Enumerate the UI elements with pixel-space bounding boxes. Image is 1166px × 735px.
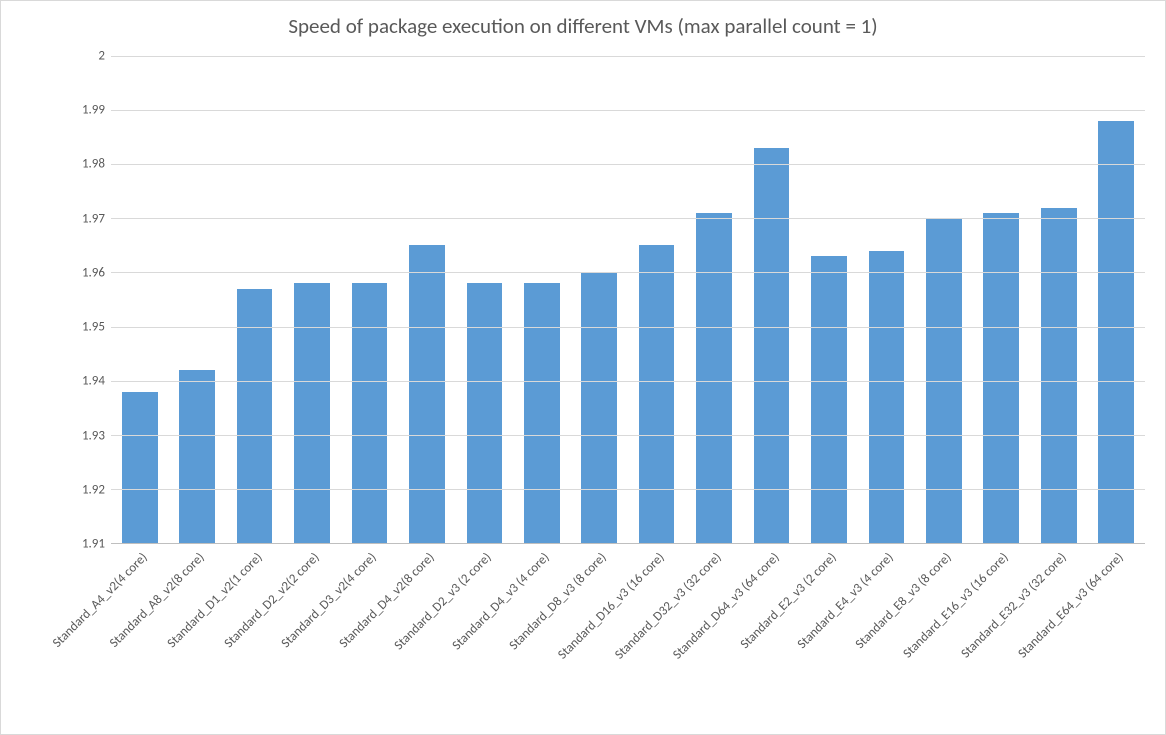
gridline — [111, 56, 1145, 57]
bar — [983, 213, 1019, 543]
bar-slot — [513, 56, 570, 543]
bar-slot — [628, 56, 685, 543]
plot-area — [111, 56, 1145, 544]
bar-slot — [341, 56, 398, 543]
bar-slot — [973, 56, 1030, 543]
bar-slot — [226, 56, 283, 543]
gridline — [111, 218, 1145, 219]
bar — [467, 283, 503, 543]
bar — [696, 213, 732, 543]
bar — [122, 392, 158, 544]
gridline — [111, 489, 1145, 490]
bar-slot — [1087, 56, 1144, 543]
x-slot: Standard_E64_v3 (64 core) — [1087, 544, 1144, 734]
bar — [409, 245, 445, 543]
bar-slot — [283, 56, 340, 543]
bar-slot — [800, 56, 857, 543]
gridline — [111, 327, 1145, 328]
bar-slot — [168, 56, 225, 543]
bar — [524, 283, 560, 543]
bar — [754, 148, 790, 543]
bar — [869, 251, 905, 543]
plot-wrap: 1.911.921.931.941.951.961.971.981.992 — [61, 56, 1145, 544]
y-tick-label: 1.97 — [61, 211, 105, 226]
y-tick-label: 1.93 — [61, 428, 105, 443]
bar-slot — [111, 56, 168, 543]
bar-slot — [685, 56, 742, 543]
y-tick-label: 1.94 — [61, 374, 105, 389]
x-tick-label: Standard_A4_v2(4 core) — [50, 550, 151, 651]
bars-group — [111, 56, 1145, 543]
gridline — [111, 272, 1145, 273]
bar-slot — [1030, 56, 1087, 543]
y-tick-label: 1.92 — [61, 482, 105, 497]
bar — [581, 272, 617, 543]
gridline — [111, 381, 1145, 382]
gridline — [111, 110, 1145, 111]
bar — [811, 256, 847, 543]
y-tick-label: 1.98 — [61, 157, 105, 172]
bar — [352, 283, 388, 543]
bar — [294, 283, 330, 543]
bar — [179, 370, 215, 543]
y-tick-label: 1.99 — [61, 103, 105, 118]
bar-slot — [398, 56, 455, 543]
y-axis: 1.911.921.931.941.951.961.971.981.992 — [61, 56, 111, 544]
bar-slot — [571, 56, 628, 543]
bar — [639, 245, 675, 543]
y-tick-label: 1.91 — [61, 537, 105, 552]
chart-container: Speed of package execution on different … — [0, 0, 1166, 735]
y-tick-label: 1.96 — [61, 265, 105, 280]
bar — [1098, 121, 1134, 543]
bar-slot — [915, 56, 972, 543]
x-axis: Standard_A4_v2(4 core)Standard_A8_v2(8 c… — [111, 544, 1145, 734]
bar-slot — [858, 56, 915, 543]
y-tick-label: 1.95 — [61, 320, 105, 335]
gridline — [111, 164, 1145, 165]
chart-title: Speed of package execution on different … — [1, 1, 1165, 39]
bar — [1041, 208, 1077, 543]
y-tick-label: 2 — [61, 49, 105, 64]
bar-slot — [456, 56, 513, 543]
gridline — [111, 435, 1145, 436]
bar-slot — [743, 56, 800, 543]
